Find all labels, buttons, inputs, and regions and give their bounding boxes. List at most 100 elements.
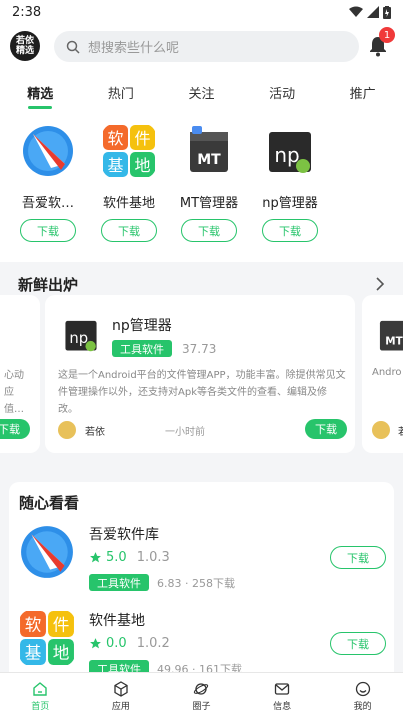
svg-text:MT: MT: [385, 336, 403, 348]
nav-messages[interactable]: 信息: [242, 673, 323, 718]
app-name: 吾爱软…: [21, 196, 74, 211]
tab-promotion[interactable]: 推广: [322, 70, 403, 112]
list-item[interactable]: 软件基地 软件基地 0.0 1.0.2 工具软件 49.96 · 161下载 下…: [9, 610, 394, 672]
svg-text:基: 基: [107, 156, 123, 175]
svg-text:地: 地: [134, 156, 150, 175]
mail-icon: [274, 683, 290, 695]
author-name: 若: [398, 423, 403, 438]
notification-badge: 1: [379, 27, 395, 43]
search-icon: [66, 40, 80, 54]
avatar: [372, 421, 390, 439]
fresh-card-prev[interactable]: 心动 应 值… 下载: [0, 295, 40, 453]
bottom-nav: 首页 应用 圈子 信息 我的: [0, 672, 403, 718]
svg-text:地: 地: [53, 644, 70, 663]
search-placeholder: 想搜索些什么呢: [88, 41, 180, 56]
app-header: 若依 精选 想搜索些什么呢 1: [0, 24, 403, 70]
app-tile[interactable]: np np管理器 下载: [257, 124, 323, 242]
size-downloads: 49.96 · 161下载: [157, 662, 242, 673]
svg-text:件: 件: [53, 616, 70, 635]
app-meta: 工具软件 49.96 · 161下载: [89, 660, 242, 672]
app-tile[interactable]: 吾爱软… 下载: [15, 124, 81, 242]
tab-hot[interactable]: 热门: [81, 70, 162, 112]
nav-home[interactable]: 首页: [0, 673, 81, 718]
svg-text:np: np: [274, 143, 299, 167]
rating-value: 0.0: [106, 636, 127, 651]
app-name: MT管理器: [179, 196, 239, 211]
nav-label: 首页: [31, 702, 50, 712]
publish-time: 一小时前: [165, 427, 205, 438]
np-manager-icon: np: [61, 315, 101, 355]
wifi-icon: [349, 6, 363, 17]
planet-icon: [194, 683, 209, 695]
rating-value: 5.0: [106, 550, 127, 565]
download-button[interactable]: 下载: [305, 419, 347, 439]
download-button[interactable]: 下载: [262, 219, 318, 242]
fresh-card[interactable]: np np管理器 工具软件 37.73 这是一个Android平台的文件管理AP…: [45, 295, 355, 453]
nav-label: 我的: [353, 702, 372, 712]
status-bar: 2:38: [0, 0, 403, 24]
download-button[interactable]: 下载: [181, 219, 237, 242]
svg-text:件: 件: [134, 129, 150, 148]
svg-text:np: np: [69, 330, 88, 347]
tab-following[interactable]: 关注: [161, 70, 242, 112]
category-tabs: 精选 热门 关注 活动 推广: [0, 70, 403, 112]
app-tile[interactable]: MT MT管理器 下载: [176, 124, 242, 242]
star-icon: [90, 638, 101, 649]
category-chip: 工具软件: [89, 574, 149, 591]
nav-apps[interactable]: 应用: [81, 673, 162, 718]
tab-events[interactable]: 活动: [242, 70, 323, 112]
hot-apps-row: 吾爱软… 下载 软件基地 软件基地 下载 MT MT管理器 下载 np np管理…: [0, 112, 403, 262]
download-button[interactable]: 下载: [20, 219, 76, 242]
main-content[interactable]: 吾爱软… 下载 软件基地 软件基地 下载 MT MT管理器 下载 np np管理…: [0, 112, 403, 672]
fresh-card-next[interactable]: MT Andro 若: [362, 295, 403, 453]
nav-profile[interactable]: 我的: [322, 673, 403, 718]
random-section-title: 随心看看: [19, 494, 80, 512]
app-meta: 工具软件 6.83 · 258下载: [89, 574, 235, 591]
list-item[interactable]: 吾爱软件库 5.0 1.0.3 工具软件 6.83 · 258下载 下载: [9, 524, 394, 610]
svg-text:软: 软: [25, 616, 42, 635]
np-manager-icon: np: [263, 124, 317, 178]
nav-label: 信息: [273, 702, 292, 712]
fresh-card-meta: 工具软件 37.73: [112, 340, 216, 357]
signal-icon: [367, 6, 379, 18]
svg-text:软: 软: [107, 129, 123, 148]
download-button[interactable]: 下载: [330, 546, 386, 569]
download-button[interactable]: 下载: [330, 632, 386, 655]
search-bar[interactable]: 想搜索些什么呢: [54, 31, 359, 62]
mt-manager-icon: MT: [374, 315, 403, 355]
chevron-right-icon[interactable]: [375, 277, 385, 291]
star-icon: [90, 552, 101, 563]
download-button[interactable]: 下载: [101, 219, 157, 242]
compass-app-icon: [21, 124, 75, 178]
app-name: 软件基地: [102, 196, 155, 211]
compass-app-icon: [19, 524, 75, 580]
fresh-section-title: 新鲜出炉: [18, 275, 79, 294]
nav-label: 圈子: [192, 702, 211, 712]
category-chip: 工具软件: [112, 340, 172, 357]
app-logo[interactable]: 若依 精选: [10, 31, 40, 61]
size-downloads: 6.83 · 258下载: [157, 576, 235, 590]
category-chip: 工具软件: [89, 660, 149, 672]
app-version: 1.0.3: [136, 550, 170, 565]
app-tile[interactable]: 软件基地 软件基地 下载: [96, 124, 162, 242]
logo-text: 若依 精选: [15, 36, 34, 56]
nav-community[interactable]: 圈子: [161, 673, 242, 718]
nav-label: 应用: [111, 702, 130, 712]
fresh-card-title: np管理器: [112, 318, 172, 334]
rating: 5.0 1.0.3: [89, 550, 170, 565]
software-base-icon: 软件基地: [102, 124, 156, 178]
svg-text:基: 基: [25, 644, 42, 663]
tab-featured[interactable]: 精选: [0, 70, 81, 112]
status-icons: [349, 5, 391, 19]
rating: 0.0 1.0.2: [89, 636, 170, 651]
download-button[interactable]: 下载: [0, 419, 30, 439]
avatar: [58, 421, 76, 439]
app-name: np管理器: [262, 196, 318, 211]
svg-text:MT: MT: [197, 152, 221, 168]
fresh-card-next-desc: Andro: [372, 367, 402, 378]
cube-icon: [114, 681, 128, 697]
author-name: 若依: [85, 427, 105, 438]
fresh-card-prev-desc: 心动 应 值…: [4, 370, 24, 415]
battery-icon: [383, 5, 391, 19]
app-version: 1.0.2: [136, 636, 170, 651]
